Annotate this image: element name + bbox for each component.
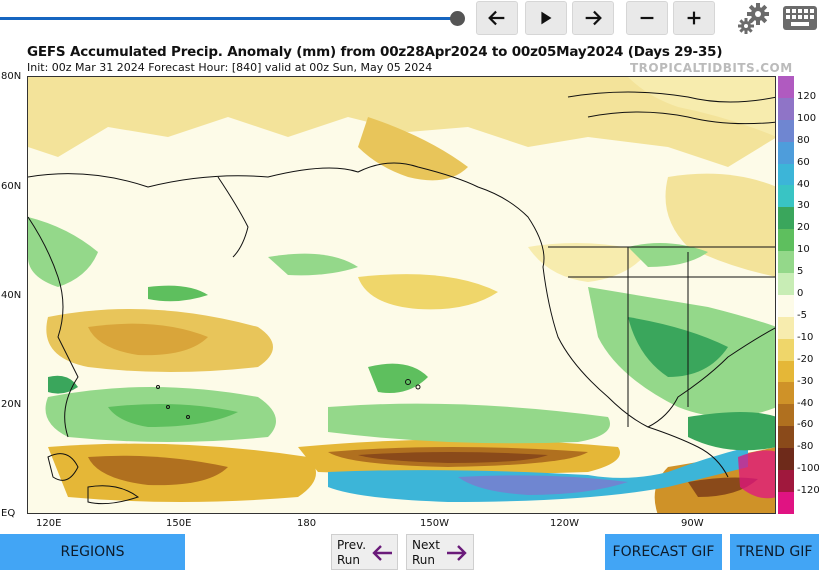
time-slider-track[interactable]: [0, 17, 458, 20]
colorbar-swatch: [778, 229, 794, 252]
dry-anomaly-areas: [28, 77, 775, 513]
colorbar-label: -20: [797, 353, 814, 365]
chart-title: GEFS Accumulated Precip. Anomaly (mm) fr…: [27, 44, 723, 60]
next-run-button[interactable]: Next Run: [406, 534, 474, 570]
colorbar-label: -80: [797, 441, 814, 453]
colorbar-label: 100: [797, 112, 817, 124]
lat-label-20n: 20N: [1, 399, 22, 410]
colorbar-swatch: [778, 294, 794, 317]
prev-run-button[interactable]: Prev. Run: [331, 534, 398, 570]
colorbar-label: 5: [797, 266, 804, 278]
arrow-left-icon: [488, 10, 505, 26]
colorbar-swatch: [778, 470, 794, 492]
colorbar-swatch: [778, 491, 794, 514]
next-run-label-2: Run: [412, 553, 436, 567]
plus-icon: [687, 11, 701, 25]
colorbar-label: 40: [797, 178, 810, 190]
keyboard-icon[interactable]: [783, 6, 817, 30]
colorbar-swatch: [778, 426, 794, 449]
lat-label-60n: 60N: [1, 181, 22, 192]
prev-run-label-1: Prev.: [337, 538, 367, 552]
lon-label-120w: 120W: [550, 518, 579, 529]
colorbar-label: -100: [797, 463, 819, 475]
lon-label-180: 180: [297, 518, 317, 529]
colorbar-swatch: [778, 273, 794, 295]
trend-gif-button[interactable]: TREND GIF: [730, 534, 819, 570]
colorbar-swatch: [778, 382, 794, 405]
colorbar-swatch: [778, 141, 794, 164]
lat-label-40n: 40N: [1, 290, 22, 301]
colorbar-swatch: [778, 119, 794, 142]
colorbar-label: -120: [797, 485, 819, 497]
colorbar-label: 60: [797, 156, 810, 168]
colorbar-swatch: [778, 448, 794, 471]
arrow-right-icon: [447, 545, 467, 561]
lon-label-150w: 150W: [420, 518, 449, 529]
colorbar-label: 20: [797, 222, 810, 234]
colorbar-label: 10: [797, 244, 810, 256]
zoom-in-button[interactable]: [673, 1, 715, 35]
forward-button[interactable]: [572, 1, 614, 35]
colorbar-swatch: [778, 97, 794, 120]
map-canvas: [28, 77, 775, 513]
play-icon: [541, 11, 552, 25]
colorbar-swatch: [778, 251, 794, 274]
play-button[interactable]: [525, 1, 567, 35]
colorbar-swatch: [778, 163, 794, 186]
colorbar-swatch: [778, 338, 794, 361]
colorbar-label: 30: [797, 200, 810, 212]
lat-label-eq: EQ: [1, 508, 16, 519]
next-run-label-1: Next: [412, 538, 440, 552]
colorbar-swatch: [778, 185, 794, 208]
back-button[interactable]: [476, 1, 518, 35]
colorbar-swatch: [778, 76, 794, 98]
forecast-gif-button[interactable]: FORECAST GIF: [605, 534, 722, 570]
colorbar-label: -40: [797, 397, 814, 409]
colorbar-label: 120: [797, 90, 817, 102]
colorbar-label: -30: [797, 375, 814, 387]
colorbar-swatch: [778, 207, 794, 230]
colorbar-swatch: [778, 404, 794, 427]
colorbar-label: -5: [797, 309, 807, 321]
arrow-left-icon: [372, 545, 392, 561]
lon-label-90w: 90W: [681, 518, 704, 529]
site-watermark: TROPICALTIDBITS.COM: [630, 61, 793, 75]
lat-label-80n: 80N: [1, 71, 22, 82]
colorbar-label: 80: [797, 134, 810, 146]
lon-label-120e: 120E: [36, 518, 62, 529]
colorbar: [778, 76, 794, 514]
arrow-right-icon: [585, 10, 602, 26]
colorbar-label: -60: [797, 419, 814, 431]
gear-icon[interactable]: [736, 2, 772, 36]
prev-run-label-2: Run: [337, 553, 361, 567]
colorbar-label: 0: [797, 288, 804, 299]
lon-label-150e: 150E: [166, 518, 192, 529]
colorbar-swatch: [778, 316, 794, 339]
chart-subtitle: Init: 00z Mar 31 2024 Forecast Hour: [84…: [27, 61, 433, 74]
zoom-out-button[interactable]: [626, 1, 668, 35]
minus-icon: [640, 16, 654, 20]
time-slider-thumb[interactable]: [450, 11, 465, 26]
colorbar-label: -10: [797, 331, 814, 343]
precip-anomaly-map: [27, 76, 776, 514]
colorbar-swatch: [778, 360, 794, 383]
regions-button[interactable]: REGIONS: [0, 534, 185, 570]
